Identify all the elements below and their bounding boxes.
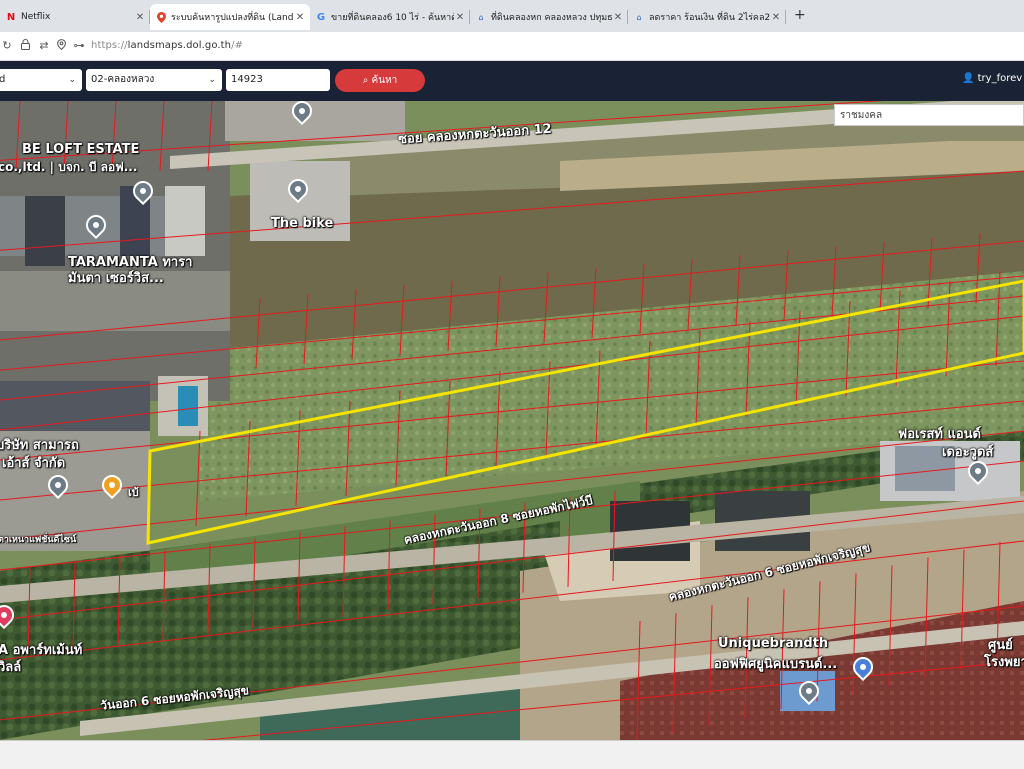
site-settings-icon[interactable]: ⇄	[37, 39, 51, 53]
location-icon[interactable]	[54, 39, 68, 53]
parcel-number-input[interactable]: 14923	[226, 69, 330, 91]
house-icon: ⌂	[478, 12, 484, 22]
close-tab-icon[interactable]: ✕	[134, 12, 146, 23]
chevron-down-icon: ⌄	[68, 75, 76, 85]
tab-land-listing-1[interactable]: ⌂ ที่ดินคลองหก คลองหลวง ปทุมธานี... ✕	[470, 4, 628, 30]
tab-land-listing-2[interactable]: ⌂ ลดราคา ร้อนเงิน ที่ดิน 2ไร่คล2,800... …	[628, 4, 786, 30]
map-search-input[interactable]: ราชมงคล	[834, 104, 1024, 126]
map-label-be-loft-sub: co.,ltd. | บจก. บี ลอฟ...	[0, 160, 138, 174]
map-label-forest-sub: เดอะวูดส์	[942, 445, 994, 460]
map-label-hospital-sub: โรงพยาบ	[984, 655, 1024, 670]
new-tab-button[interactable]: +	[794, 7, 806, 23]
map-label-the-bike: The bike	[271, 216, 334, 231]
tab-landsmaps[interactable]: ระบบค้นหารูปแปลงที่ดิน (LandsM... ✕	[150, 4, 310, 30]
netflix-icon: N	[6, 11, 16, 23]
map-label-company-sub: เอ้าส์ จำกัด	[2, 456, 66, 471]
close-tab-icon[interactable]: ✕	[294, 12, 306, 23]
district-select[interactable]: 02-คลองหลวง ⌄	[86, 69, 222, 91]
url-field[interactable]: https://landsmaps.dol.go.th/#	[91, 40, 243, 51]
tab-title: ที่ดินคลองหก คลองหลวง ปทุมธานี...	[491, 13, 612, 23]
lock-icon[interactable]	[18, 39, 32, 53]
close-tab-icon[interactable]: ✕	[770, 12, 782, 23]
address-bar: ↻ ⇄ ⊶ https://landsmaps.dol.go.th/#	[0, 32, 1024, 61]
search-button[interactable]: ⌕ ค้นหา	[335, 69, 425, 92]
map-label-be-loft: BE LOFT ESTATE	[22, 142, 140, 157]
satellite-map[interactable]: BE LOFT ESTATE co.,ltd. | บจก. บี ลอฟ...…	[0, 101, 1024, 740]
swimming-pool	[178, 386, 198, 426]
location-pin-icon	[156, 11, 166, 23]
tab-title: Netflix	[21, 12, 51, 22]
close-tab-icon[interactable]: ✕	[612, 12, 624, 23]
map-canvas[interactable]	[0, 101, 1024, 740]
province-value: d	[0, 74, 6, 85]
landsmaps-toolbar: d ⌄ 02-คลองหลวง ⌄ 14923 ⌕ ค้นหา 👤 try_fo…	[0, 61, 1024, 101]
tab-title: ระบบค้นหารูปแปลงที่ดิน (LandsM...	[171, 13, 294, 23]
map-label-taramanta-sub: มันตา เซอร์วิส...	[68, 271, 164, 286]
map-label-shop: ตาเหนาแฟชั่นดีไซน์	[0, 535, 77, 545]
browser-tab-strip: N Netflix ✕ ระบบค้นหารูปแปลงที่ดิน (Land…	[0, 0, 1024, 32]
google-icon: G	[316, 11, 326, 23]
map-label-unique: Uniquebrandth	[718, 636, 829, 651]
map-label-shop-orange: เบ้	[128, 486, 139, 499]
search-button-label: ค้นหา	[371, 75, 398, 86]
map-label-apartment-sub: วิลล์	[0, 660, 22, 675]
tab-title: ขายที่ดินคลอง6 10 ไร่ - ค้นหาด้วย...	[331, 13, 454, 23]
reload-icon[interactable]: ↻	[0, 39, 14, 53]
tab-google-search[interactable]: G ขายที่ดินคลอง6 10 ไร่ - ค้นหาด้วย... ✕	[310, 4, 470, 30]
user-account[interactable]: 👤 try_forev	[962, 73, 1022, 84]
house-icon: ⌂	[636, 12, 642, 22]
close-tab-icon[interactable]: ✕	[454, 12, 466, 23]
share-icon[interactable]: ⊶	[72, 39, 86, 53]
chevron-down-icon: ⌄	[208, 75, 216, 85]
tab-netflix[interactable]: N Netflix ✕	[0, 4, 150, 30]
district-value: 02-คลองหลวง	[91, 74, 155, 85]
province-select[interactable]: d ⌄	[0, 69, 82, 91]
tab-title: ลดราคา ร้อนเงิน ที่ดิน 2ไร่คล2,800...	[649, 13, 770, 23]
map-label-unique-sub: ออฟฟิศยูนิคแบรนด์...	[714, 657, 838, 672]
search-icon: ⌕	[362, 75, 369, 86]
user-icon: 👤	[962, 73, 975, 84]
taskbar	[0, 740, 1024, 769]
user-name: try_forev	[977, 73, 1023, 84]
